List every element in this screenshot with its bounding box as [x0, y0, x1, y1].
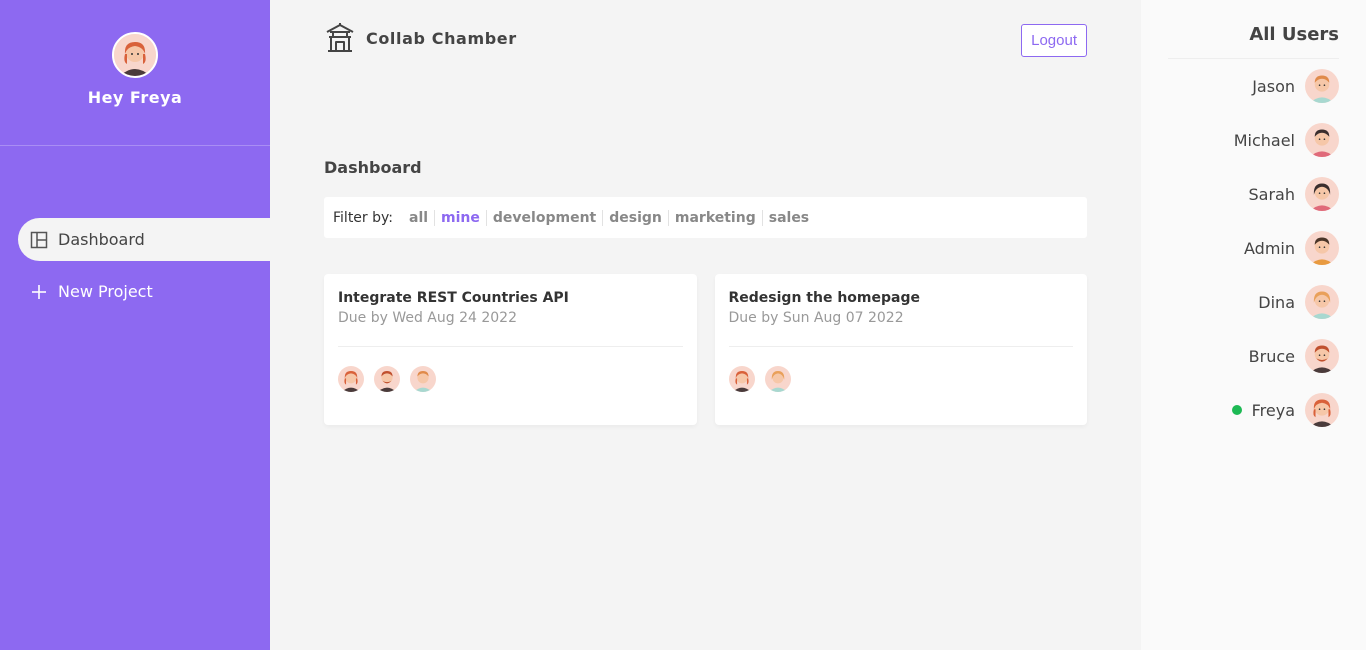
avatar-freya	[338, 366, 364, 392]
avatar	[1305, 69, 1339, 103]
user-name: Freya	[1251, 400, 1295, 420]
brand[interactable]: Collab Chamber	[324, 22, 517, 54]
filter-option-design[interactable]: design	[603, 209, 669, 226]
user-name: Jason	[1252, 76, 1295, 96]
assigned-users	[338, 366, 683, 392]
avatar	[1305, 339, 1339, 373]
project-list: Integrate REST Countries API Due by Wed …	[324, 274, 1087, 425]
filter-option-sales[interactable]: sales	[763, 210, 815, 226]
greeting: Hey Freya	[87, 88, 183, 107]
brand-name: Collab Chamber	[366, 28, 517, 48]
user-item-admin[interactable]: Admin	[1168, 221, 1339, 275]
user-name: Sarah	[1248, 184, 1295, 204]
users-panel: All Users Jason Michael Sarah Admin Dina…	[1141, 0, 1366, 650]
page-title: Dashboard	[324, 158, 422, 177]
avatar	[1305, 393, 1339, 427]
sidebar-user: Hey Freya	[0, 0, 270, 146]
user-name: Bruce	[1248, 346, 1295, 366]
topbar: Collab Chamber Logout	[324, 0, 1087, 80]
divider	[728, 346, 1073, 347]
avatar-jason	[410, 366, 436, 392]
user-item-jason[interactable]: Jason	[1168, 59, 1339, 113]
project-title: Integrate REST Countries API	[338, 290, 569, 306]
main-content: Collab Chamber Logout Dashboard Filter b…	[270, 0, 1141, 650]
filter-option-all[interactable]: all	[403, 209, 436, 226]
divider	[338, 346, 683, 347]
sidebar-nav: Dashboard New Project	[0, 146, 270, 313]
user-name: Michael	[1233, 130, 1295, 150]
sidebar: Hey Freya Dashboard New Project	[0, 0, 270, 650]
avatar-freya	[728, 366, 755, 392]
users-heading: All Users	[1168, 24, 1339, 59]
project-due-date: Due by Wed Aug 24 2022	[338, 310, 517, 326]
sidebar-item-new-project[interactable]: New Project	[18, 270, 270, 313]
avatar-dina	[764, 366, 791, 392]
user-name: Admin	[1244, 238, 1295, 258]
temple-logo-icon	[324, 22, 356, 54]
project-card[interactable]: Integrate REST Countries API Due by Wed …	[324, 274, 697, 425]
avatar	[1305, 123, 1339, 157]
project-due-date: Due by Sun Aug 07 2022	[728, 310, 904, 326]
user-item-dina[interactable]: Dina	[1168, 275, 1339, 329]
avatar	[1305, 285, 1339, 319]
project-filter: Filter by: all mine development design m…	[324, 197, 1087, 238]
project-card[interactable]: Redesign the homepage Due by Sun Aug 07 …	[714, 274, 1087, 425]
user-name: Dina	[1258, 292, 1295, 312]
filter-option-mine[interactable]: mine	[435, 209, 487, 226]
user-item-sarah[interactable]: Sarah	[1168, 167, 1339, 221]
avatar	[112, 32, 158, 78]
user-item-bruce[interactable]: Bruce	[1168, 329, 1339, 383]
assigned-users	[728, 366, 1074, 392]
dashboard-icon	[30, 231, 48, 249]
online-status-indicator	[1231, 405, 1242, 415]
user-item-freya[interactable]: Freya	[1168, 383, 1339, 437]
logout-button[interactable]: Logout	[1021, 23, 1087, 57]
sidebar-item-label: Dashboard	[58, 230, 145, 249]
user-item-michael[interactable]: Michael	[1168, 113, 1339, 167]
plus-icon	[30, 283, 48, 301]
filter-option-development[interactable]: development	[487, 209, 604, 226]
avatar	[1305, 231, 1339, 265]
sidebar-item-dashboard[interactable]: Dashboard	[18, 218, 270, 261]
avatar-bruce	[374, 366, 400, 392]
avatar	[1305, 177, 1339, 211]
filter-label: Filter by:	[333, 209, 393, 226]
sidebar-item-label: New Project	[58, 282, 153, 301]
filter-option-marketing[interactable]: marketing	[669, 209, 763, 226]
project-title: Redesign the homepage	[728, 290, 920, 306]
